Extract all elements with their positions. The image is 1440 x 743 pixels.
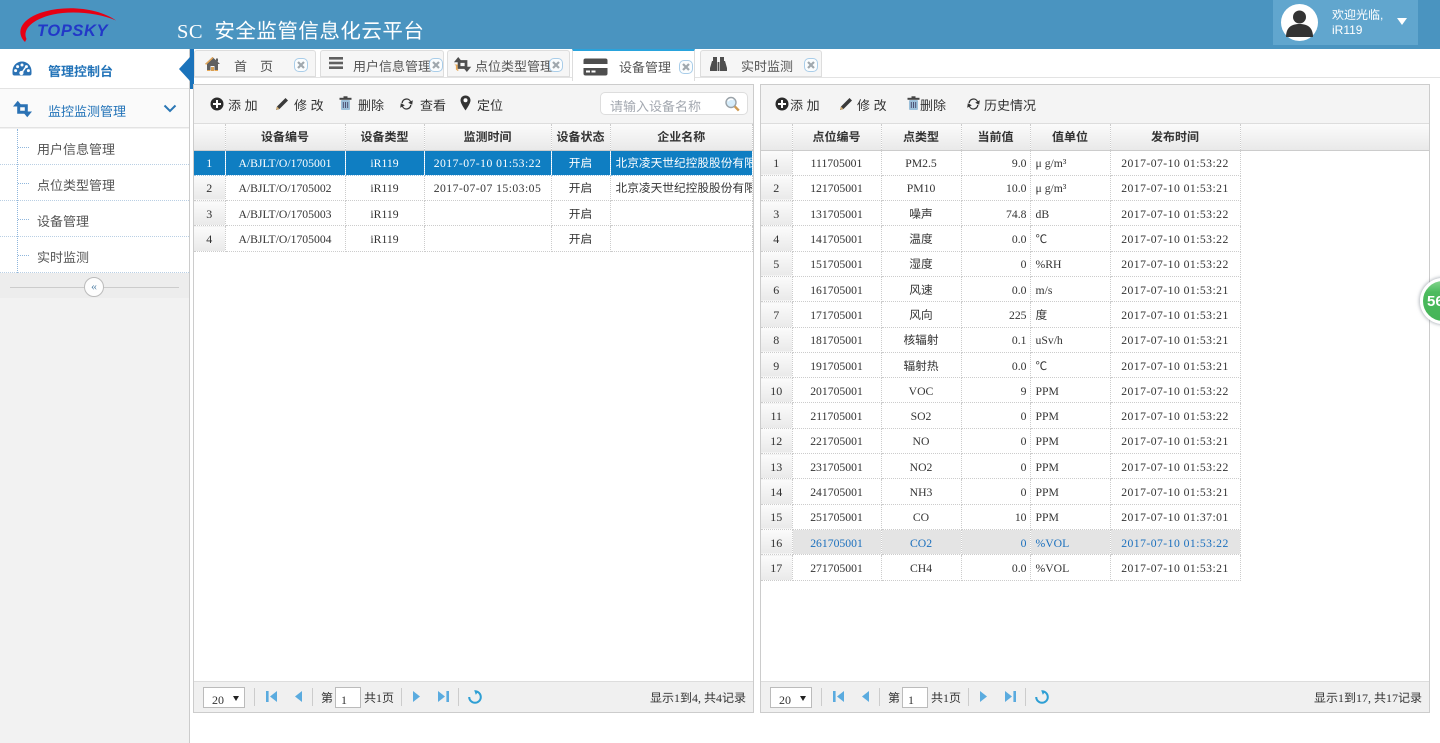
svg-text:TOPSKY: TOPSKY xyxy=(37,22,110,40)
